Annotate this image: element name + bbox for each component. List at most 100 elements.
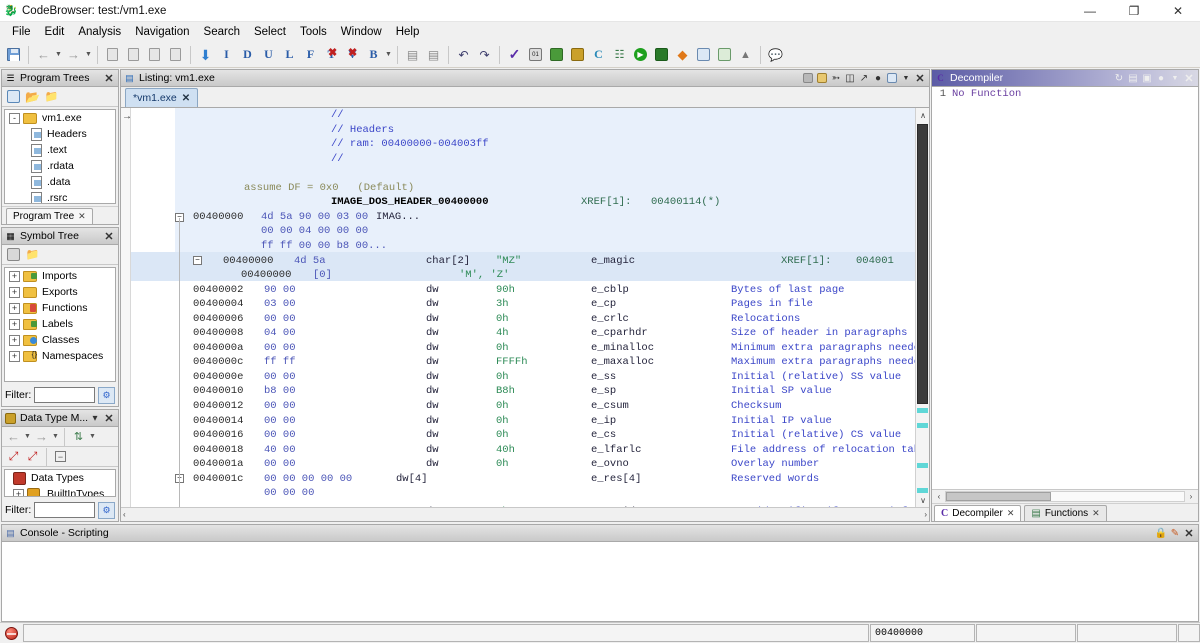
- listing-vertical-scrollbar[interactable]: ∧ ∨: [915, 108, 929, 507]
- symbol-tree-item-classes[interactable]: + Classes: [5, 332, 115, 348]
- function-call-tree-button[interactable]: ☷: [609, 44, 630, 66]
- listing-row-data[interactable]: 0040001c 00 00 00 00 00 dw[4] e_res[4] R…: [131, 472, 915, 487]
- back-button[interactable]: ←: [33, 44, 54, 66]
- analyze-button[interactable]: ✓: [504, 44, 525, 66]
- listing-row-plate[interactable]: //: [131, 108, 915, 123]
- dtm-back-icon[interactable]: ←: [4, 428, 23, 446]
- decompiler-snapshot-icon[interactable]: ●: [1154, 71, 1168, 86]
- program-tree-view[interactable]: - vm1.exe Headers .text .rdata: [4, 109, 116, 204]
- scroll-right-icon[interactable]: ›: [924, 510, 927, 519]
- listing-row-data[interactable]: 00400006 00 00 dw 0h e_crlc Relocations: [131, 312, 915, 327]
- label-button[interactable]: L: [279, 44, 300, 66]
- symbol-tree-item-labels[interactable]: + Labels: [5, 316, 115, 332]
- listing-row-data[interactable]: 0040000c ff ff dw FFFFh e_maxalloc Maxim…: [131, 355, 915, 370]
- listing-close-icon[interactable]: ✕: [913, 71, 927, 86]
- data-types-root[interactable]: Data Types: [5, 470, 115, 486]
- save-button[interactable]: [3, 44, 24, 66]
- listing-row-data[interactable]: 00400008 04 00 dw 4h e_cparhdr Size of h…: [131, 326, 915, 341]
- menu-help[interactable]: Help: [389, 24, 427, 40]
- listing-row-plate[interactable]: // ram: 00400000-004003ff: [131, 137, 915, 152]
- minimize-button[interactable]: —: [1068, 0, 1112, 22]
- console-edit-script-icon[interactable]: ✎: [1168, 526, 1182, 541]
- filter-options-icon[interactable]: ⚙: [98, 387, 115, 404]
- tab-program-tree-close-icon[interactable]: ✕: [78, 211, 86, 222]
- program-trees-close-icon[interactable]: ✕: [102, 71, 116, 86]
- listing-row-data[interactable]: ff ff 00 00 b8 00...: [131, 239, 915, 254]
- forward-dropdown-caret-icon[interactable]: ▼: [84, 44, 93, 66]
- symbol-tree-item-imports[interactable]: + Imports: [5, 268, 115, 284]
- listing-row-data[interactable]: 00400010 b8 00 dw B8h e_sp Initial SP va…: [131, 384, 915, 399]
- filter-options-icon[interactable]: ⚙: [98, 502, 115, 519]
- snapshot-window-button[interactable]: [714, 44, 735, 66]
- expander-icon[interactable]: +: [9, 351, 20, 362]
- dtm-sort-caret-icon[interactable]: ▼: [88, 426, 97, 448]
- listing-row-data[interactable]: 00 00 04 00 00 00: [131, 224, 915, 239]
- program-tree-item-text[interactable]: .text: [5, 142, 115, 158]
- listing-edit-fields-caret-icon[interactable]: ▼: [899, 71, 913, 86]
- close-button[interactable]: ✕: [1156, 0, 1200, 22]
- listing-row-data[interactable]: 00400018 40 00 dw 40h e_lfarlc File addr…: [131, 443, 915, 458]
- debugger-button[interactable]: [651, 44, 672, 66]
- decompiler-horizontal-scrollbar[interactable]: ‹ ›: [932, 489, 1198, 503]
- program-tree-item-headers[interactable]: Headers: [5, 126, 115, 142]
- forward-button[interactable]: →: [63, 44, 84, 66]
- listing-row-data[interactable]: 00400000 4d 5a char[2] "MZ" e_magic XREF…: [131, 254, 915, 269]
- expander-icon[interactable]: +: [9, 303, 20, 314]
- listing-row-struct-label[interactable]: IMAGE_DOS_HEADER_00400000 XREF[1]: 00400…: [131, 195, 915, 210]
- listing-cursor-toggle-icon[interactable]: ➳: [829, 71, 843, 86]
- listing-row-sub[interactable]: 00400000 [0] 'M', 'Z': [131, 268, 915, 283]
- listing-scroll-thumb[interactable]: [917, 124, 928, 404]
- listing-copy-icon[interactable]: [801, 71, 815, 86]
- listing-tab-close-icon[interactable]: ✕: [182, 93, 190, 104]
- undo-button[interactable]: ↶: [453, 44, 474, 66]
- open-program-button[interactable]: [102, 44, 123, 66]
- console-lock-icon[interactable]: 🔒: [1154, 526, 1168, 541]
- program-tree-item-data[interactable]: .data: [5, 174, 115, 190]
- menu-select[interactable]: Select: [247, 24, 293, 40]
- menu-edit[interactable]: Edit: [38, 24, 72, 40]
- menu-navigation[interactable]: Navigation: [128, 24, 196, 40]
- nav-marker[interactable]: [917, 463, 928, 468]
- instruction-button[interactable]: I: [216, 44, 237, 66]
- open-folder-icon[interactable]: 📂: [23, 88, 42, 106]
- scroll-right-icon[interactable]: ›: [1185, 492, 1197, 501]
- listing-horizontal-scrollbar[interactable]: ‹ ›: [121, 507, 929, 521]
- create-folder-icon[interactable]: [4, 88, 23, 106]
- rename-icon[interactable]: [4, 246, 23, 264]
- data-type-manager-menu-caret-icon[interactable]: ▾: [88, 411, 102, 426]
- dtm-forward-caret-icon[interactable]: ▼: [51, 426, 60, 448]
- listing-row-data[interactable]: 00400000 4d 5a 90 00 03 00 IMAG...: [131, 210, 915, 225]
- listing-row-data[interactable]: 00400002 90 00 dw 90h e_cblp Bytes of la…: [131, 283, 915, 298]
- listing-row-data[interactable]: 0040000a 00 00 dw 0h e_minalloc Minimum …: [131, 341, 915, 356]
- scroll-down-icon[interactable]: ∨: [916, 493, 930, 507]
- decompiler-export-icon[interactable]: ▣: [1140, 71, 1154, 86]
- data-type-manager-close-icon[interactable]: ✕: [102, 411, 116, 426]
- xref-value[interactable]: 004001: [856, 254, 894, 269]
- maximize-button[interactable]: ❐: [1112, 0, 1156, 22]
- listing-row-assume[interactable]: assume DF = 0x0 (Default): [131, 181, 915, 196]
- listing-paste-icon[interactable]: [815, 71, 829, 86]
- back-dropdown-caret-icon[interactable]: ▼: [54, 44, 63, 66]
- memory-map-button[interactable]: [546, 44, 567, 66]
- listing-row-plate[interactable]: //: [131, 152, 915, 167]
- listing-tab-vm1exe[interactable]: *vm1.exe ✕: [125, 88, 198, 107]
- listing-row-data[interactable]: 0040000e 00 00 dw 0h e_ss Initial (relat…: [131, 370, 915, 385]
- scroll-up-icon[interactable]: ∧: [916, 108, 930, 122]
- listing-row-plate[interactable]: // Headers: [131, 123, 915, 138]
- dtm-collapse-icon[interactable]: −: [51, 448, 70, 466]
- no-entry-icon[interactable]: [0, 623, 22, 643]
- console-close-icon[interactable]: ✕: [1182, 526, 1196, 541]
- nav-marker[interactable]: [917, 423, 928, 428]
- listing-code-area[interactable]: // // Headers // ram: 00400000-004003ff …: [131, 108, 915, 507]
- menu-window[interactable]: Window: [334, 24, 389, 40]
- symbol-tree-item-exports[interactable]: + Exports: [5, 284, 115, 300]
- tab-decompiler[interactable]: C Decompiler ✕: [934, 505, 1021, 521]
- program-tree-root-expander[interactable]: -: [9, 113, 20, 124]
- graph-button[interactable]: ▲: [735, 44, 756, 66]
- emulator-run-button[interactable]: ▶: [630, 44, 651, 66]
- tab-functions[interactable]: ▤ Functions ✕: [1024, 505, 1106, 521]
- listing-diff-view-icon[interactable]: ◫: [843, 71, 857, 86]
- redo-button[interactable]: ↷: [474, 44, 495, 66]
- collapse-tree-icon[interactable]: 📁: [42, 88, 61, 106]
- decompiler-scroll-thumb[interactable]: [946, 492, 1051, 501]
